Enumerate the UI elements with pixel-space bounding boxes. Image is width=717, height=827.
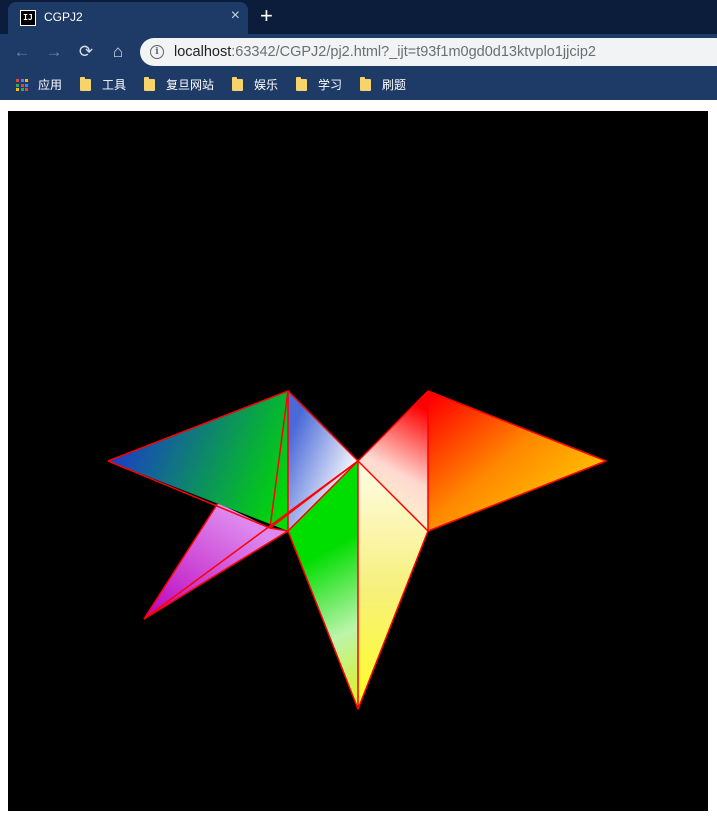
bookmark-apps[interactable]: 应用 (16, 76, 66, 94)
bookmark-folder-label: 娱乐 (254, 78, 279, 92)
close-tab-icon[interactable]: × (231, 8, 240, 24)
apps-grid-dot (25, 88, 28, 91)
bookmarks-bar: 应用 工具 复旦网站 娱乐 学习 刷题 (0, 70, 717, 100)
apps-grid-dot (25, 79, 28, 82)
bookmark-folder-label: 复旦网站 (166, 78, 215, 92)
folder-icon (80, 77, 91, 91)
bookmark-folder-label: 刷题 (382, 78, 407, 92)
page-top-gap (0, 100, 717, 104)
apps-grid-dot (16, 79, 19, 82)
apps-grid-dot (20, 83, 24, 87)
bookmark-folder-entertainment[interactable]: 娱乐 (232, 76, 282, 94)
bookmark-folder-practice[interactable]: 刷题 (360, 76, 410, 94)
bookmark-folder-label: 学习 (318, 78, 343, 92)
orange-right-wing-face (428, 391, 606, 531)
address-bar[interactable]: i localhost:63342/CGPJ2/pj2.html?_ijt=t9… (140, 38, 717, 66)
bookmark-folder-tools[interactable]: 工具 (80, 76, 130, 94)
bookmark-folder-label: 工具 (102, 78, 127, 92)
apps-grid-icon (16, 79, 28, 91)
bookmark-apps-label: 应用 (38, 78, 63, 92)
new-tab-icon[interactable]: + (260, 4, 273, 28)
webgl-canvas[interactable] (8, 111, 708, 811)
polygon-faces (108, 391, 606, 709)
reload-icon[interactable]: ⟳ (74, 40, 98, 64)
browser-toolbar: ← → ⟳ ⌂ i localhost:63342/CGPJ2/pj2.html… (0, 34, 717, 70)
folder-icon (144, 77, 155, 91)
back-icon[interactable]: ← (10, 40, 34, 64)
folder-icon (296, 77, 307, 91)
bookmark-folder-study[interactable]: 学习 (296, 76, 346, 94)
folder-icon (232, 77, 243, 91)
apps-grid-dot (25, 83, 28, 87)
blue-left-wing-face (108, 391, 288, 531)
site-info-icon[interactable]: i (150, 45, 164, 59)
apps-grid-dot (16, 83, 19, 87)
intellij-favicon-icon: IJ (20, 10, 36, 26)
polygon-scene (107, 390, 607, 710)
apps-grid-dot (16, 88, 19, 91)
apps-grid-dot (20, 79, 24, 82)
home-icon[interactable]: ⌂ (106, 40, 130, 64)
apps-grid-dot (20, 88, 24, 91)
tab-strip: IJ CGPJ2 × + (0, 0, 717, 34)
url-path: :63342/CGPJ2/pj2.html?_ijt=t93f1m0gd0d13… (231, 44, 596, 60)
bookmark-folder-fudan[interactable]: 复旦网站 (144, 76, 220, 94)
tab-cgpj2[interactable]: IJ CGPJ2 × (8, 2, 248, 34)
forward-icon[interactable]: → (42, 40, 66, 64)
url-text[interactable]: localhost:63342/CGPJ2/pj2.html?_ijt=t93f… (174, 44, 596, 60)
url-host: localhost (174, 44, 232, 60)
tab-title: CGPJ2 (44, 10, 83, 24)
folder-icon (360, 77, 371, 91)
